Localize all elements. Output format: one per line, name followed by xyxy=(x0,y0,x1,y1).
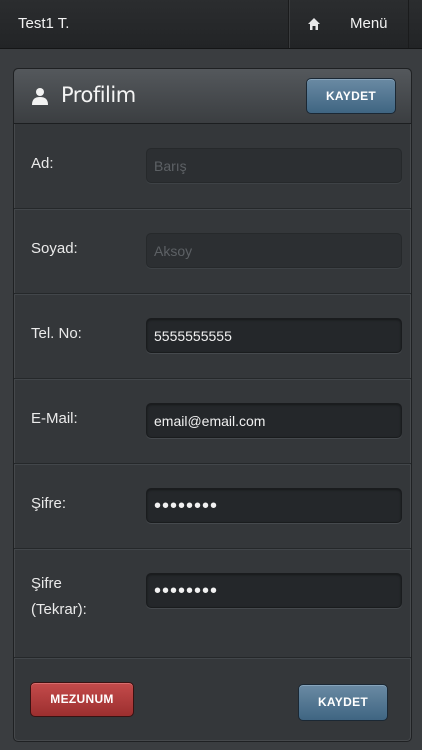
email-label: E-Mail: xyxy=(31,410,78,427)
first-name-field[interactable]: Barış xyxy=(146,148,402,183)
last-name-field[interactable]: Aksoy xyxy=(146,233,402,268)
home-button[interactable] xyxy=(288,0,339,48)
profile-card: Profilim KAYDET Ad: Barış Soyad: Aksoy T… xyxy=(13,68,412,742)
save-button-bottom[interactable]: KAYDET xyxy=(298,684,388,721)
menu-button[interactable]: Menü xyxy=(338,0,409,48)
home-icon xyxy=(308,18,320,30)
row-password: Şifre: •••••••• xyxy=(14,464,411,549)
password-repeat-label: Şifre (Tekrar): xyxy=(31,571,87,623)
first-name-label: Ad: xyxy=(31,155,54,172)
password-repeat-label-line1: Şifre xyxy=(31,575,62,592)
phone-label: Tel. No: xyxy=(31,325,82,342)
user-name[interactable]: Test1 T. xyxy=(18,15,69,32)
card-header: Profilim KAYDET xyxy=(14,69,411,124)
row-phone: Tel. No: 5555555555 xyxy=(14,294,411,379)
password-label: Şifre: xyxy=(31,495,67,512)
graduate-button[interactable]: MEZUNUM xyxy=(30,682,134,717)
row-email: E-Mail: email@email.com xyxy=(14,379,411,464)
page-title: Profilim xyxy=(61,83,136,107)
password-repeat-field[interactable]: •••••••• xyxy=(146,573,402,608)
password-repeat-label-line2: (Tekrar): xyxy=(31,601,87,618)
save-button-top[interactable]: KAYDET xyxy=(306,78,396,114)
bottom-actions: MEZUNUM KAYDET xyxy=(14,659,411,739)
user-icon xyxy=(32,88,48,105)
phone-field[interactable]: 5555555555 xyxy=(146,318,402,353)
row-password-repeat: Şifre (Tekrar): •••••••• xyxy=(14,549,411,658)
password-field[interactable]: •••••••• xyxy=(146,488,402,523)
row-last-name: Soyad: Aksoy xyxy=(14,209,411,294)
email-field[interactable]: email@email.com xyxy=(146,403,402,438)
last-name-label: Soyad: xyxy=(31,240,78,257)
top-bar: Test1 T. Menü xyxy=(0,0,422,49)
row-first-name: Ad: Barış xyxy=(14,124,411,209)
menu-label: Menü xyxy=(350,15,388,32)
